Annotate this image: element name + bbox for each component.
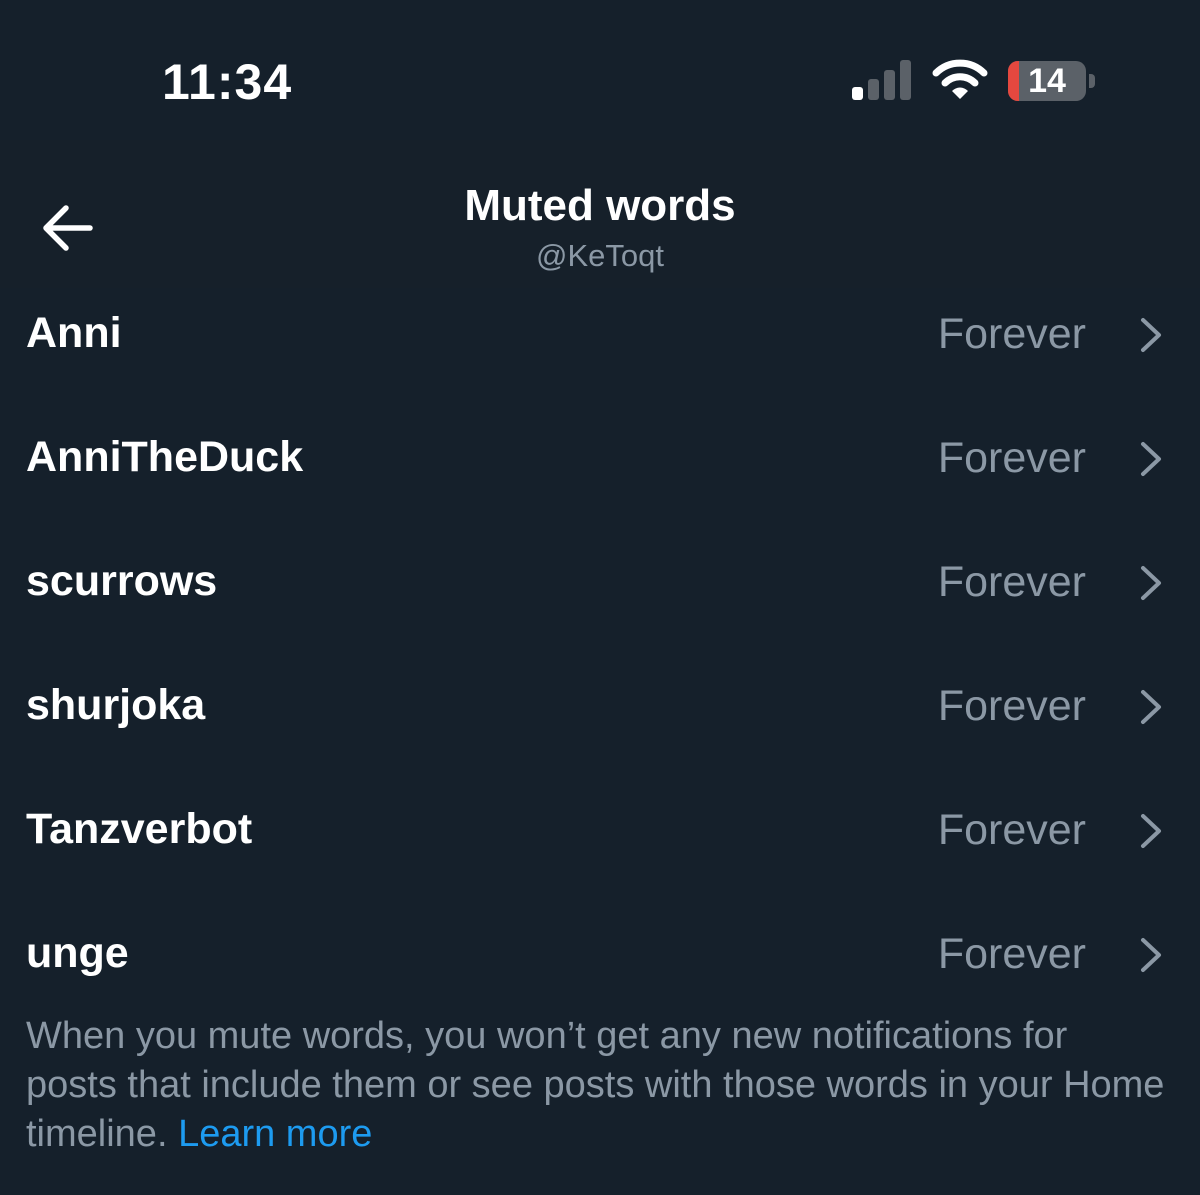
page-header: Muted words @KeToqt bbox=[0, 140, 1200, 288]
cellular-signal-icon bbox=[852, 60, 911, 100]
chevron-right-icon bbox=[1141, 690, 1161, 724]
muted-word-row[interactable]: AnniTheDuck Forever bbox=[0, 396, 1200, 520]
mute-duration-label: Forever bbox=[937, 558, 1086, 606]
muted-word-label: scurrows bbox=[26, 557, 218, 605]
muted-word-row[interactable]: scurrows Forever bbox=[0, 520, 1200, 644]
muted-words-info: When you mute words, you won’t get any n… bbox=[26, 1012, 1166, 1159]
muted-word-label: Tanzverbot bbox=[26, 805, 253, 853]
chevron-right-icon bbox=[1141, 318, 1161, 352]
muted-word-label: shurjoka bbox=[26, 681, 206, 729]
mute-duration-label: Forever bbox=[937, 806, 1086, 854]
muted-word-row[interactable]: Tanzverbot Forever bbox=[0, 768, 1200, 892]
mute-duration-label: Forever bbox=[937, 930, 1086, 978]
mute-duration-label: Forever bbox=[937, 682, 1086, 730]
muted-word-label: Anni bbox=[26, 309, 122, 357]
chevron-right-icon bbox=[1141, 814, 1161, 848]
battery-nub bbox=[1089, 74, 1095, 88]
muted-word-row[interactable]: unge Forever bbox=[0, 892, 1200, 1016]
signal-bar bbox=[884, 70, 895, 100]
muted-word-label: AnniTheDuck bbox=[26, 433, 304, 481]
battery-body: 14 bbox=[1008, 61, 1086, 101]
muted-word-row[interactable]: Anni Forever bbox=[0, 272, 1200, 396]
chevron-right-icon bbox=[1141, 938, 1161, 972]
account-handle: @KeToqt bbox=[536, 238, 664, 273]
page-title: Muted words bbox=[464, 181, 736, 230]
muted-word-row[interactable]: shurjoka Forever bbox=[0, 644, 1200, 768]
signal-bar bbox=[852, 87, 863, 100]
mute-duration-label: Forever bbox=[937, 310, 1086, 358]
learn-more-link[interactable]: Learn more bbox=[178, 1113, 372, 1155]
battery-level: 14 bbox=[1028, 62, 1066, 100]
battery-indicator: 14 bbox=[1008, 61, 1096, 101]
muted-word-label: unge bbox=[26, 929, 129, 977]
status-bar: 11:34 14 bbox=[0, 0, 1200, 140]
chevron-right-icon bbox=[1141, 442, 1161, 476]
status-time: 11:34 bbox=[162, 54, 293, 110]
muted-words-list: Anni Forever AnniTheDuck Forever scurrow… bbox=[0, 272, 1200, 1016]
chevron-right-icon bbox=[1141, 566, 1161, 600]
wifi-icon bbox=[932, 59, 988, 99]
mute-duration-label: Forever bbox=[937, 434, 1086, 482]
signal-bar bbox=[900, 60, 911, 100]
signal-bar bbox=[868, 79, 879, 100]
